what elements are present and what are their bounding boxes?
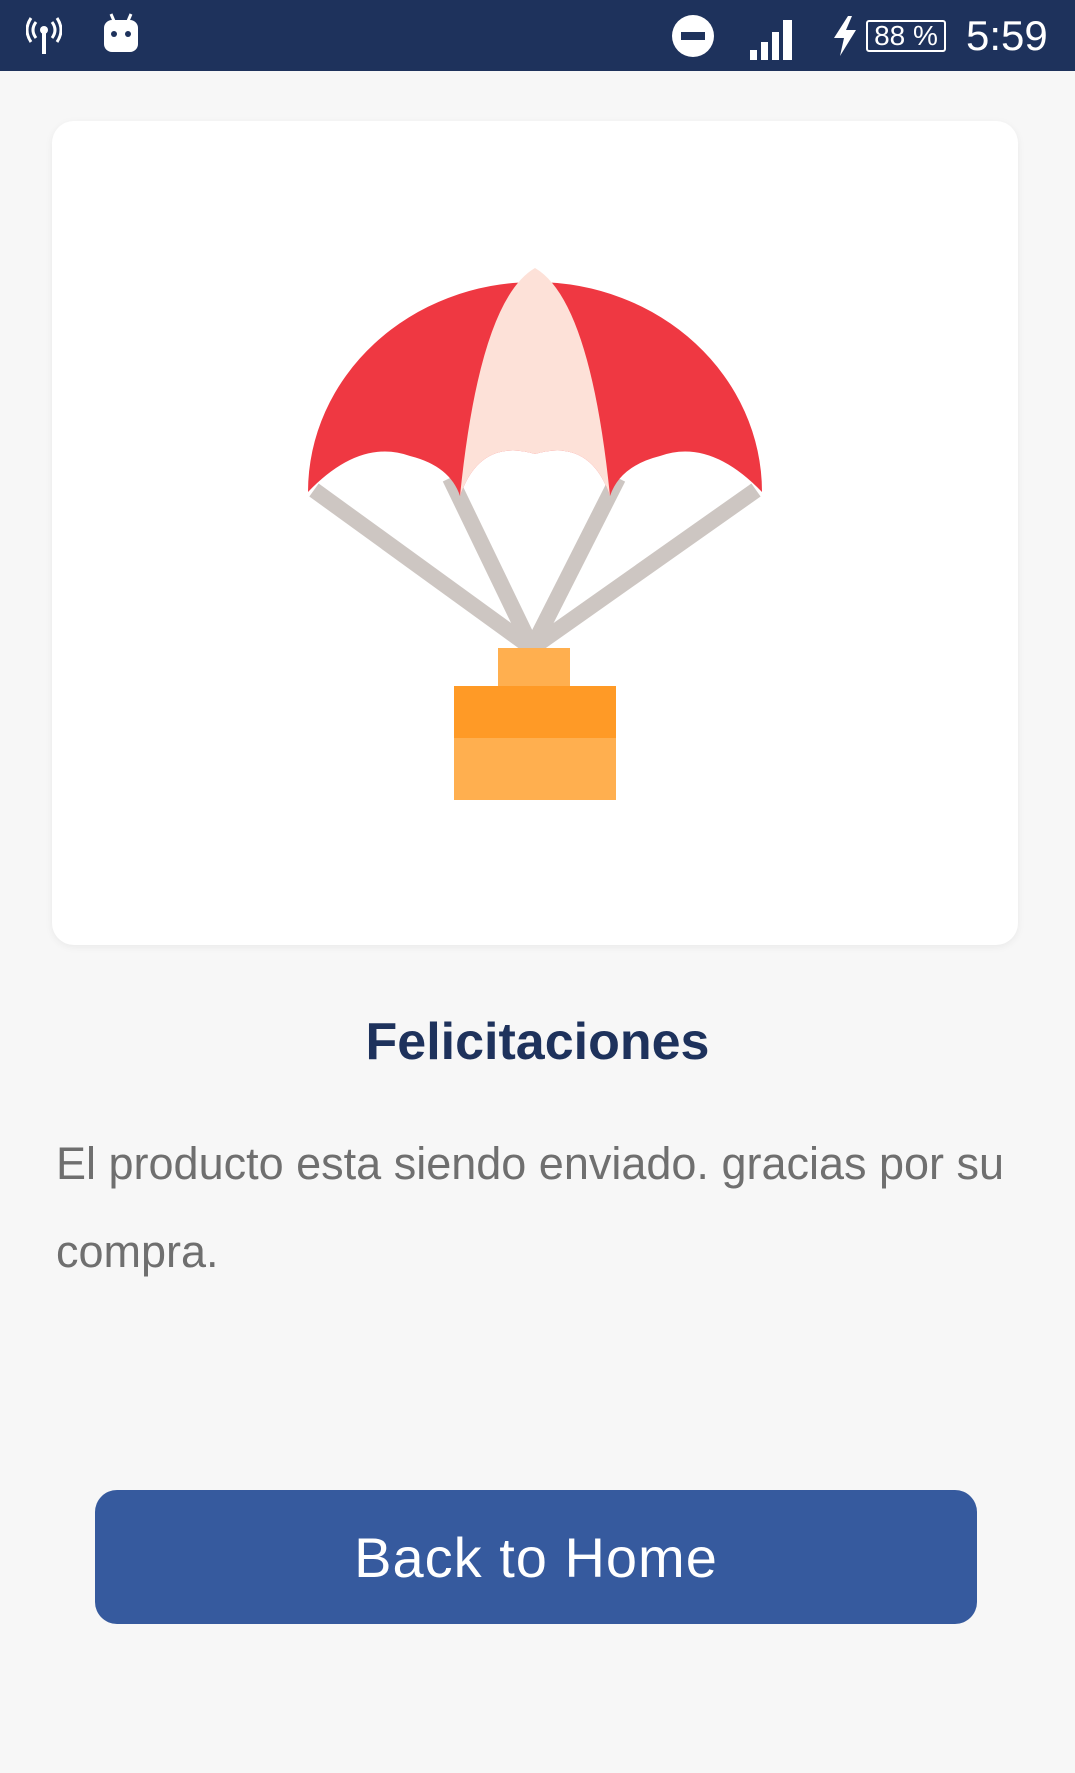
android-icon: [104, 13, 138, 52]
parachute-box-icon: [308, 268, 762, 800]
clock: 5:59: [966, 12, 1048, 59]
parachute-canopy: [308, 268, 762, 496]
battery-level: 88 %: [874, 20, 938, 51]
cell-signal-icon: [750, 20, 792, 60]
wireless-signal-icon: [26, 17, 62, 54]
battery-icon: 88 %: [866, 20, 946, 52]
back-to-home-button[interactable]: Back to Home: [95, 1490, 977, 1624]
charging-icon: [834, 16, 856, 56]
page-title: Felicitaciones: [365, 1013, 710, 1071]
do-not-disturb-icon: [672, 15, 714, 57]
package-box: [454, 648, 616, 800]
confirmation-message: El producto esta siendo enviado. gracias…: [56, 1138, 1005, 1277]
parachute-lines: [309, 474, 761, 655]
status-bar: 88 % 5:59: [0, 0, 1075, 71]
